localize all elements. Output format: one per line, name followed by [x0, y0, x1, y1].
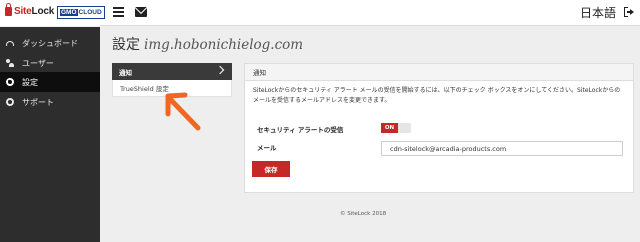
email-label: メール — [257, 144, 277, 152]
logo-text-red: Site — [14, 6, 32, 17]
sidebar-item-label: ユーザー — [22, 58, 54, 68]
settings-menu-header-label: 通知 — [119, 68, 132, 77]
top-bar: SiteLock GMO CLOUD 日本語 — [0, 0, 640, 26]
gear-icon — [6, 78, 14, 86]
panel-description: SiteLockからのセキュリティ アラート メールの受信を開始するには、以下の… — [253, 87, 621, 104]
sidebar-item-users[interactable]: ユーザー — [0, 53, 100, 73]
gmo-logo-suffix: CLOUD — [78, 9, 102, 16]
site-domain: img.hobonichielog.com — [144, 37, 304, 53]
mail-icon[interactable] — [135, 7, 147, 17]
sidebar: ダッシュボード ユーザー 設定 サポート — [0, 27, 100, 242]
logo[interactable]: SiteLock GMO CLOUD — [0, 0, 105, 26]
dashboard-icon — [6, 40, 14, 46]
notification-panel: 通知 SiteLockからのセキュリティ アラート メールの受信を開始するには、… — [244, 63, 634, 193]
panel-title: 通知 — [245, 64, 633, 81]
page-title-text: 設定 — [112, 37, 140, 53]
settings-menu-notifications[interactable]: 通知 — [112, 63, 232, 80]
hamburger-menu-icon[interactable] — [113, 7, 124, 17]
gmo-cloud-logo: GMO CLOUD — [57, 6, 105, 19]
logo-text-dark: Lock — [31, 6, 55, 17]
sidebar-item-label: 設定 — [22, 77, 38, 87]
language-selector[interactable]: 日本語 — [580, 4, 616, 21]
toggle-on-label: ON — [381, 123, 398, 133]
sidebar-item-settings[interactable]: 設定 — [0, 72, 100, 92]
footer-copyright: © SiteLock 2018 — [340, 211, 387, 217]
page-title: 設定 img.hobonichielog.com — [112, 34, 303, 54]
sidebar-item-label: サポート — [22, 97, 54, 107]
alert-label: セキュリティ アラートの受信 — [257, 126, 344, 134]
sidebar-item-support[interactable]: サポート — [0, 92, 100, 112]
lock-icon — [5, 3, 12, 16]
logout-icon[interactable] — [624, 7, 634, 17]
email-field[interactable] — [381, 141, 623, 156]
chevron-right-icon — [215, 65, 225, 75]
sitelock-logo: SiteLock — [5, 3, 55, 17]
annotation-arrow-icon — [165, 92, 201, 131]
alert-toggle[interactable]: ON — [381, 123, 411, 133]
sidebar-item-label: ダッシュボード — [22, 38, 78, 48]
save-button[interactable]: 保存 — [252, 161, 290, 177]
user-icon — [6, 59, 14, 67]
gmo-logo-prefix: GMO — [60, 9, 78, 16]
sidebar-item-dashboard[interactable]: ダッシュボード — [0, 33, 100, 53]
support-icon — [6, 98, 14, 106]
